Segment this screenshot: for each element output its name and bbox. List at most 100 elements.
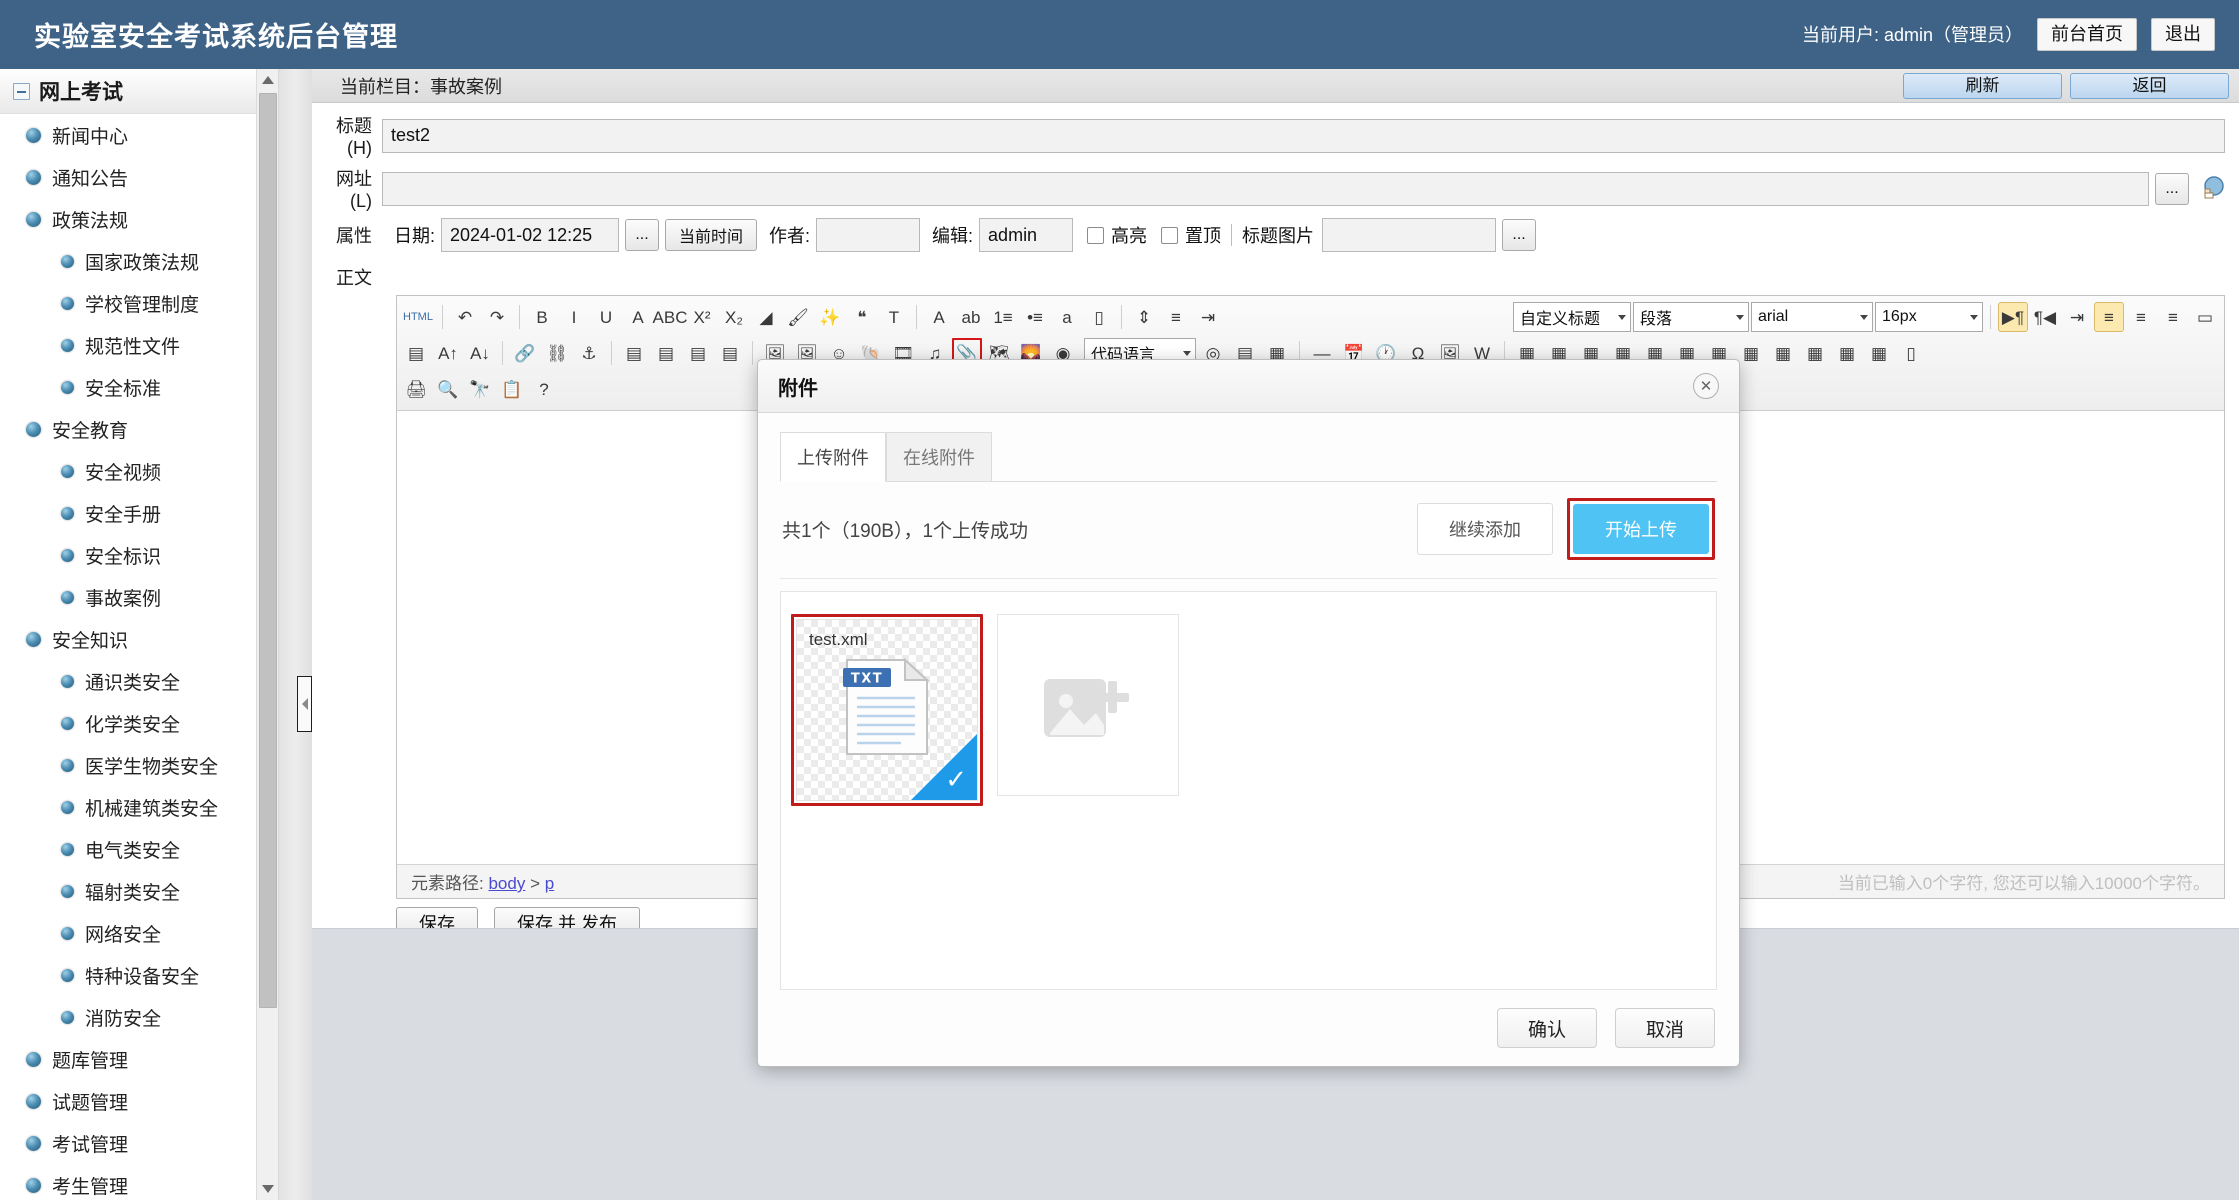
select-font-family[interactable]: arial bbox=[1751, 302, 1873, 332]
fullscreen-icon[interactable]: ▭ bbox=[2190, 302, 2220, 332]
sidebar-item-6[interactable]: 安全标准 bbox=[0, 366, 278, 408]
strikethrough-icon[interactable]: ABC bbox=[653, 302, 688, 332]
select-paragraph[interactable]: 段落 bbox=[1633, 302, 1749, 332]
scroll-up-arrow-icon[interactable] bbox=[257, 69, 278, 91]
sidebar-item-20[interactable]: 特种设备安全 bbox=[0, 954, 278, 996]
title-image-input[interactable] bbox=[1322, 218, 1497, 252]
blockquote-icon[interactable]: ❝ bbox=[847, 302, 877, 332]
align-center-icon[interactable]: ≡ bbox=[2126, 302, 2156, 332]
back-color-icon[interactable]: ab bbox=[956, 302, 986, 332]
title-input[interactable] bbox=[382, 118, 2225, 153]
underline-icon[interactable]: U bbox=[591, 302, 621, 332]
undo-icon[interactable]: ↶ bbox=[450, 302, 480, 332]
print-icon[interactable]: 🖨 bbox=[401, 374, 431, 404]
direction-rtl-icon[interactable]: ¶◀ bbox=[2030, 302, 2060, 332]
author-input[interactable] bbox=[816, 218, 921, 252]
clipboard-icon[interactable]: 📋 bbox=[497, 374, 527, 404]
page-break-icon[interactable]: ▯ bbox=[1084, 302, 1114, 332]
sidebar-item-25[interactable]: 考生管理 bbox=[0, 1164, 278, 1200]
superscript-icon[interactable]: X² bbox=[687, 302, 717, 332]
preview-icon[interactable]: 🔍 bbox=[433, 374, 463, 404]
subscript-icon[interactable]: X₂ bbox=[719, 302, 749, 332]
decrease-font-icon[interactable]: A↓ bbox=[465, 338, 495, 368]
globe-pointer-icon[interactable] bbox=[2197, 175, 2225, 203]
redo-icon[interactable]: ↷ bbox=[482, 302, 512, 332]
scroll-down-arrow-icon[interactable] bbox=[257, 1178, 278, 1200]
scrollbar-thumb[interactable] bbox=[259, 93, 277, 1008]
select-custom-heading[interactable]: 自定义标题 bbox=[1513, 302, 1631, 332]
line-height-icon[interactable]: ⇕ bbox=[1129, 302, 1159, 332]
back-button[interactable]: 返回 bbox=[2070, 72, 2229, 99]
bold-icon[interactable]: B bbox=[527, 302, 557, 332]
top-checkbox[interactable] bbox=[1161, 226, 1179, 244]
file-card[interactable]: test.xml TXT ✓ bbox=[796, 619, 978, 801]
increase-font-icon[interactable]: A↑ bbox=[433, 338, 463, 368]
date-input[interactable] bbox=[441, 218, 620, 252]
sidebar-item-22[interactable]: 题库管理 bbox=[0, 1038, 278, 1080]
align-left-icon[interactable]: ≡ bbox=[2094, 302, 2124, 332]
unordered-list-icon[interactable]: •≡ bbox=[1020, 302, 1050, 332]
select-font-size[interactable]: 16px bbox=[1875, 302, 1983, 332]
html-source-icon[interactable]: HTML bbox=[401, 302, 435, 332]
insert-link-icon[interactable]: 🔗 bbox=[510, 338, 540, 368]
unlink-icon[interactable]: ⛓ bbox=[542, 338, 572, 368]
sidebar-collapse-handle[interactable] bbox=[297, 676, 312, 732]
table-align-icon[interactable]: ▦ bbox=[1800, 338, 1830, 368]
sidebar-item-11[interactable]: 事故案例 bbox=[0, 576, 278, 618]
table-sort-icon[interactable]: ▦ bbox=[1736, 338, 1766, 368]
sidebar-item-19[interactable]: 网络安全 bbox=[0, 912, 278, 954]
sidebar-item-0[interactable]: 新闻中心 bbox=[0, 114, 278, 156]
sidebar-item-15[interactable]: 医学生物类安全 bbox=[0, 744, 278, 786]
align-right-icon[interactable]: ≡ bbox=[2158, 302, 2188, 332]
paragraph-spacing-icon[interactable]: ≡ bbox=[1161, 302, 1191, 332]
element-path-body-link[interactable]: body bbox=[488, 874, 525, 893]
sidebar-item-21[interactable]: 消防安全 bbox=[0, 996, 278, 1038]
note-icon[interactable]: ▯ bbox=[1896, 338, 1926, 368]
direction-ltr-icon[interactable]: ▶¶ bbox=[1998, 302, 2028, 332]
url-browse-button[interactable]: ... bbox=[2155, 172, 2189, 205]
indent-spacing-icon[interactable]: ⇥ bbox=[1193, 302, 1223, 332]
help-icon[interactable]: ? bbox=[529, 374, 559, 404]
logout-button[interactable]: 退出 bbox=[2151, 17, 2215, 52]
indent-icon[interactable]: ⇥ bbox=[2062, 302, 2092, 332]
cancel-button[interactable]: 取消 bbox=[1615, 1008, 1715, 1048]
sidebar-item-7[interactable]: 安全教育 bbox=[0, 408, 278, 450]
sidebar-tree-root[interactable]: 网上考试 bbox=[0, 69, 278, 114]
image-center-icon[interactable]: ▤ bbox=[683, 338, 713, 368]
sidebar-item-12[interactable]: 安全知识 bbox=[0, 618, 278, 660]
paste-text-icon[interactable]: T bbox=[879, 302, 909, 332]
start-upload-button[interactable]: 开始上传 bbox=[1573, 504, 1709, 554]
sidebar-item-14[interactable]: 化学类安全 bbox=[0, 702, 278, 744]
justify-icon[interactable]: ▤ bbox=[401, 338, 431, 368]
editor-input[interactable] bbox=[979, 218, 1074, 252]
sidebar-item-5[interactable]: 规范性文件 bbox=[0, 324, 278, 366]
sidebar-item-23[interactable]: 试题管理 bbox=[0, 1080, 278, 1122]
panel-splitter[interactable] bbox=[279, 69, 312, 1200]
continue-add-button[interactable]: 继续添加 bbox=[1417, 503, 1553, 555]
ordered-list-icon[interactable]: 1≡ bbox=[988, 302, 1018, 332]
sidebar-item-8[interactable]: 安全视频 bbox=[0, 450, 278, 492]
sidebar-item-1[interactable]: 通知公告 bbox=[0, 156, 278, 198]
sidebar-item-16[interactable]: 机械建筑类安全 bbox=[0, 786, 278, 828]
tab-upload-attachment[interactable]: 上传附件 bbox=[780, 432, 886, 482]
table-misc-icon[interactable]: ▦ bbox=[1864, 338, 1894, 368]
anchor-link-icon[interactable]: a bbox=[1052, 302, 1082, 332]
refresh-button[interactable]: 刷新 bbox=[1903, 72, 2062, 99]
sidebar-item-18[interactable]: 辐射类安全 bbox=[0, 870, 278, 912]
image-left-icon[interactable]: ▤ bbox=[619, 338, 649, 368]
sidebar-item-24[interactable]: 考试管理 bbox=[0, 1122, 278, 1164]
auto-format-icon[interactable]: ✨ bbox=[815, 302, 845, 332]
image-none-icon[interactable]: ▤ bbox=[715, 338, 745, 368]
highlight-checkbox[interactable] bbox=[1087, 226, 1105, 244]
table-extra-icon[interactable]: ▦ bbox=[1832, 338, 1862, 368]
close-icon[interactable]: ✕ bbox=[1693, 373, 1719, 399]
element-path-p-link[interactable]: p bbox=[545, 874, 554, 893]
table-border-icon[interactable]: ▦ bbox=[1768, 338, 1798, 368]
sidebar-item-9[interactable]: 安全手册 bbox=[0, 492, 278, 534]
collapse-minus-icon[interactable] bbox=[13, 82, 30, 100]
remove-format-icon[interactable]: ◢ bbox=[751, 302, 781, 332]
search-replace-icon[interactable]: 🔭 bbox=[465, 374, 495, 404]
font-color-icon[interactable]: A bbox=[924, 302, 954, 332]
add-image-placeholder[interactable] bbox=[997, 614, 1179, 796]
sidebar-item-3[interactable]: 国家政策法规 bbox=[0, 240, 278, 282]
